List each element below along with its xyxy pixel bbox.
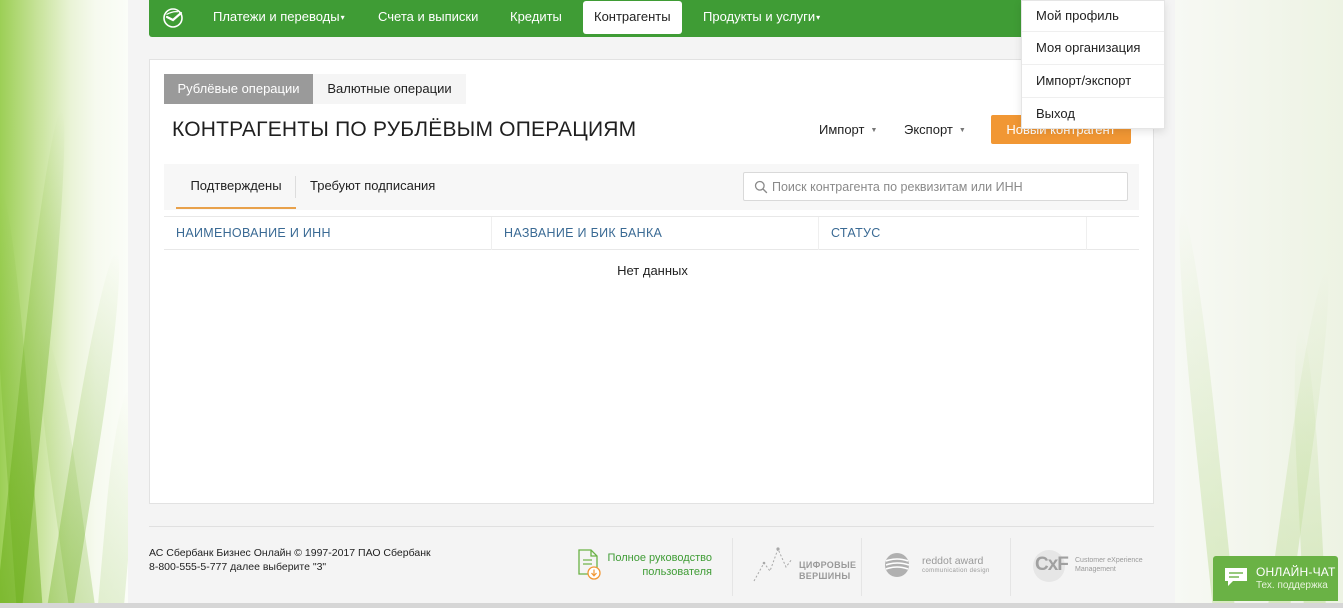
nav-counterparties[interactable]: Контрагенты (583, 1, 682, 34)
reddot-award-subtitle: communication design (922, 568, 990, 574)
menu-item-logout[interactable]: Выход (1022, 99, 1164, 132)
nav-products[interactable]: Продукты и услуги▾ (703, 0, 820, 33)
chevron-down-icon: ▾ (340, 13, 345, 23)
user-guide-link[interactable]: Полное руководство пользователя (606, 551, 712, 579)
user-guide-line1: Полное руководство (607, 552, 712, 564)
nav-accounts[interactable]: Счета и выписки (378, 0, 478, 33)
reddot-award-icon (885, 553, 910, 577)
tab-confirmed[interactable]: Подтверждены (176, 164, 296, 209)
chevron-down-icon: ▾ (816, 13, 821, 23)
footer-divider (149, 526, 1154, 527)
menu-item-import-export[interactable]: Импорт/экспорт (1022, 66, 1164, 99)
support-phone: 8-800-555-5-777 далее выберите "3" (149, 561, 327, 573)
footer-separator (732, 538, 733, 596)
footer-copyright: АС Сбербанк Бизнес Онлайн © 1997-2017 ПА… (149, 546, 431, 574)
bottom-strip (0, 603, 1343, 608)
menu-item-profile[interactable]: Мой профиль (1022, 1, 1164, 34)
search-icon (754, 180, 768, 194)
footer-separator (1010, 538, 1011, 596)
filter-bar: Подтверждены Требуют подписания (164, 164, 1139, 210)
background-right-grass (1171, 0, 1343, 608)
tab-divider (295, 176, 296, 198)
nav-payments[interactable]: Платежи и переводы▾ (213, 0, 345, 33)
top-navigation-bar: Платежи и переводы▾ Счета и выписки Кред… (149, 0, 1159, 37)
caret-down-icon: ▼ (958, 127, 966, 135)
chat-subtitle: Тех. поддержка (1256, 580, 1328, 591)
tab-rouble-operations[interactable]: Рублёвые операции (164, 74, 313, 104)
nav-payments-label: Платежи и переводы (213, 9, 340, 24)
search-box (743, 172, 1128, 201)
digital-peaks-award-label: ЦИФРОВЫЕ ВЕРШИНЫ (799, 560, 857, 581)
page-title: КОНТРАГЕНТЫ ПО РУБЛЁВЫМ ОПЕРАЦИЯМ (172, 118, 637, 141)
import-dropdown[interactable]: Импорт ▼ (819, 122, 877, 137)
reddot-award-title: reddot award (922, 555, 984, 567)
export-label: Экспорт (904, 122, 953, 137)
footer-separator (861, 538, 862, 596)
online-chat-button[interactable]: ОНЛАЙН-ЧАТ Тех. поддержка (1213, 556, 1338, 601)
column-name-inn[interactable]: НАИМЕНОВАНИЕ И ИНН (176, 217, 331, 250)
user-guide-download-icon[interactable] (576, 548, 604, 582)
column-divider (1086, 217, 1087, 250)
nav-products-label: Продукты и услуги (703, 9, 816, 24)
nav-credits-label: Кредиты (510, 9, 562, 24)
cxf-logo-text: CxF (1035, 554, 1069, 575)
table-header: НАИМЕНОВАНИЕ И ИНН НАЗВАНИЕ И БИК БАНКА … (164, 216, 1139, 250)
main-page: Платежи и переводы▾ Счета и выписки Кред… (128, 0, 1175, 608)
sberbank-logo-icon[interactable] (163, 8, 183, 28)
column-bank-bic[interactable]: НАЗВАНИЕ И БИК БАНКА (504, 217, 662, 250)
menu-divider (1022, 31, 1164, 32)
digital-peaks-award-icon (753, 547, 793, 582)
copyright-text: АС Сбербанк Бизнес Онлайн © 1997-2017 ПА… (149, 547, 431, 559)
tab-currency-operations[interactable]: Валютные операции (313, 74, 466, 104)
column-divider (818, 217, 819, 250)
menu-item-organization[interactable]: Моя организация (1022, 33, 1164, 66)
column-divider (491, 217, 492, 250)
column-status[interactable]: СТАТУС (831, 217, 881, 250)
nav-credits[interactable]: Кредиты (510, 0, 562, 33)
nav-accounts-label: Счета и выписки (378, 9, 479, 24)
import-label: Импорт (819, 122, 865, 137)
empty-table-message: Нет данных (617, 263, 688, 278)
user-menu-dropdown: Мой профиль Моя организация Импорт/экспо… (1021, 0, 1165, 129)
cxf-award-label: Customer eXperience Management (1075, 557, 1143, 573)
nav-counterparties-label: Контрагенты (594, 9, 671, 24)
counterparties-panel: Рублёвые операции Валютные операции КОНТ… (149, 59, 1154, 504)
export-dropdown[interactable]: Экспорт ▼ (904, 122, 966, 137)
search-input[interactable] (772, 173, 1122, 200)
user-guide-line2: пользователя (642, 566, 712, 578)
tab-pending-signature[interactable]: Требуют подписания (310, 164, 435, 208)
menu-divider (1022, 64, 1164, 65)
chat-title: ОНЛАЙН-ЧАТ (1256, 565, 1336, 579)
caret-down-icon: ▼ (870, 127, 878, 135)
chat-bubble-icon (1225, 568, 1247, 586)
menu-divider (1022, 97, 1164, 98)
background-left-grass (0, 0, 128, 608)
